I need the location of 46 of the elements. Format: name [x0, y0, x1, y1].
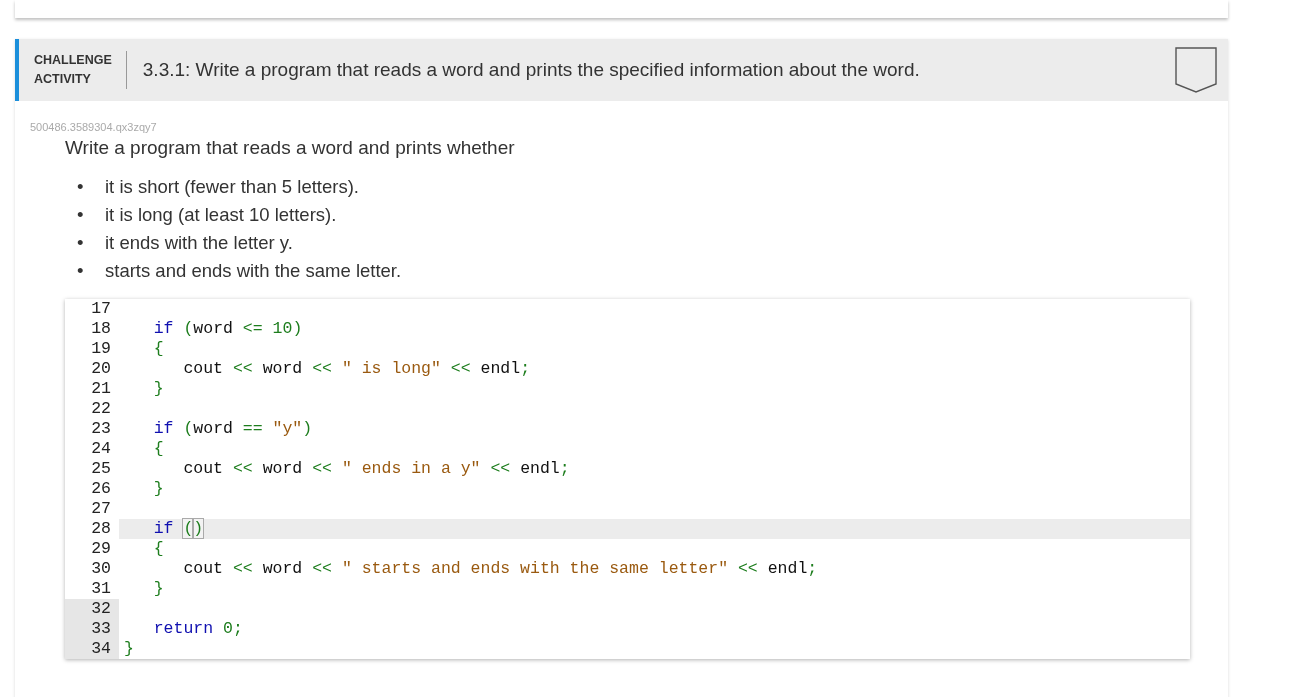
- bullet-item: it ends with the letter y.: [105, 232, 293, 254]
- line-number: 28: [91, 519, 112, 538]
- prompt-text: Write a program that reads a word and prints whether: [65, 137, 516, 159]
- code-editor[interactable]: [65, 299, 1190, 659]
- line-number: 19: [91, 339, 112, 358]
- bullet-marker: •: [77, 176, 85, 198]
- line-number: 33: [91, 619, 112, 638]
- code-line: cout << word << " ends in a y" << endl;: [182, 459, 570, 478]
- bullet-marker: •: [77, 204, 85, 226]
- line-number: 24: [91, 439, 112, 458]
- code-line: return 0;: [152, 619, 243, 638]
- line-number: 29: [91, 539, 112, 558]
- code-line: {: [152, 439, 164, 458]
- code-line: {: [152, 339, 164, 358]
- line-number: 20: [91, 359, 112, 378]
- bullet-item: it is short (fewer than 5 letters).: [105, 176, 359, 198]
- code-line: if (): [152, 519, 204, 538]
- problem-id: 500486.3589304.qx3zqy7: [30, 121, 158, 133]
- line-number: 31: [91, 579, 112, 598]
- line-number: 23: [91, 419, 112, 438]
- line-number: 21: [91, 379, 112, 398]
- line-number: 30: [91, 559, 112, 578]
- code-line: {: [152, 539, 164, 558]
- line-number: 34: [91, 639, 112, 658]
- line-number: 22: [91, 399, 112, 418]
- code-line: }: [124, 639, 134, 658]
- code-line: }: [152, 379, 164, 398]
- activity-label: CHALLENGE: [34, 52, 112, 69]
- bullet-marker: •: [77, 260, 85, 282]
- code-line: }: [152, 579, 164, 598]
- activity-label: ACTIVITY: [34, 71, 92, 88]
- code-line: cout << word << " starts and ends with the same letter" << endl;: [182, 559, 818, 578]
- code-line: if (word == "y"): [152, 419, 313, 438]
- bullet-marker: •: [77, 232, 85, 254]
- line-number: 32: [91, 599, 112, 618]
- line-number: 27: [91, 499, 112, 518]
- line-number: 17: [91, 299, 112, 318]
- code-line: cout << word << " is long" << endl;: [182, 359, 531, 378]
- line-number: 18: [91, 319, 112, 338]
- line-number: 26: [91, 479, 112, 498]
- bullet-item: starts and ends with the same letter.: [105, 260, 402, 282]
- code-line: }: [152, 479, 164, 498]
- line-number: 25: [91, 459, 112, 478]
- activity-title: 3.3.1: Write a program that reads a word and prints the specified information about the word.: [142, 59, 921, 81]
- code-line: if (word <= 10): [152, 319, 303, 338]
- bullet-item: it is long (at least 10 letters).: [105, 204, 337, 226]
